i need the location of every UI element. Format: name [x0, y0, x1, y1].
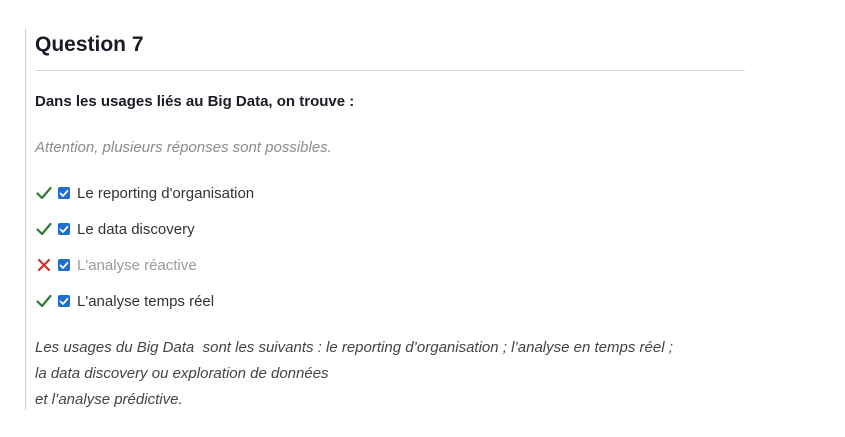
feedback-line: Les usages du Big Data sont les suivants… [35, 339, 673, 356]
answer-option-data-discovery[interactable]: Le data discovery [35, 211, 745, 247]
feedback-line: la data discovery ou exploration de donn… [35, 365, 329, 382]
feedback-text: Les usages du Big Data sont les suivants… [35, 335, 745, 413]
cross-icon [35, 256, 53, 274]
answer-checkbox[interactable] [58, 223, 70, 235]
answer-label: Le reporting d'organisation [77, 184, 255, 202]
answer-checkbox[interactable] [58, 259, 70, 271]
checkmark-icon [35, 184, 53, 202]
checkmark-icon [35, 220, 53, 238]
answer-label: Le data discovery [77, 220, 195, 238]
title-divider [35, 70, 745, 71]
question-panel: Question 7 Dans les usages liés au Big D… [25, 29, 745, 410]
question-prompt: Dans les usages liés au Big Data, on tro… [35, 93, 355, 110]
checkmark-icon [35, 292, 53, 310]
answer-label: L'analyse réactive [77, 256, 197, 274]
answer-checkbox[interactable] [58, 187, 70, 199]
answer-checkbox[interactable] [58, 295, 70, 307]
answer-label: L'analyse temps réel [77, 292, 215, 310]
answer-option-temps-reel[interactable]: L'analyse temps réel [35, 283, 745, 319]
question-title: Question 7 [35, 33, 144, 56]
feedback-line: et l’analyse prédictive. [35, 391, 183, 408]
answer-option-reporting[interactable]: Le reporting d'organisation [35, 175, 745, 211]
answer-list: Le reporting d'organisation Le data disc… [35, 175, 745, 319]
instructions-text: Attention, plusieurs réponses sont possi… [35, 139, 332, 156]
answer-option-analyse-reactive[interactable]: L'analyse réactive [35, 247, 745, 283]
